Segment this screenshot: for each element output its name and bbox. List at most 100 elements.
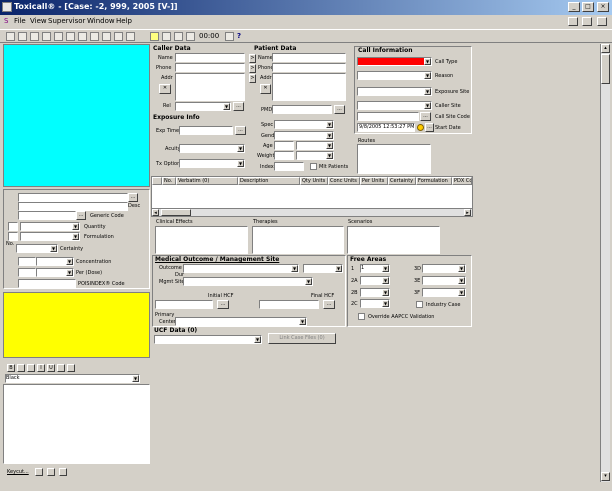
call-site-code-field[interactable] <box>357 112 419 121</box>
tx-option-combo[interactable]: ▼ <box>179 159 245 168</box>
menu-help[interactable]: Help <box>116 17 132 25</box>
italic-icon[interactable]: I <box>37 364 45 372</box>
col-verbatim[interactable]: Verbatim (0) <box>176 177 238 185</box>
call-site-browse[interactable]: ... <box>420 112 431 121</box>
ucf-combo[interactable]: ▼ <box>154 335 262 344</box>
globe-icon[interactable] <box>174 32 183 41</box>
exposure-site-combo[interactable]: ▼ <box>357 87 432 96</box>
timer-icon[interactable] <box>186 32 195 41</box>
copy-icon[interactable] <box>102 32 111 41</box>
center-combo[interactable]: ▼ <box>175 317 307 326</box>
new-icon[interactable] <box>6 32 15 41</box>
clock-icon[interactable] <box>417 124 424 131</box>
patient-clear-icon[interactable]: ✕ <box>260 84 271 94</box>
caller-clear-icon[interactable]: ✕ <box>159 84 171 94</box>
close-doc-icon[interactable] <box>54 32 63 41</box>
col-per-units[interactable]: Per Units <box>360 177 388 185</box>
preview-icon[interactable] <box>78 32 87 41</box>
substance-field[interactable] <box>18 193 128 202</box>
fa-2a-combo[interactable]: ▼ <box>360 276 390 285</box>
font-icon[interactable] <box>27 364 35 372</box>
underline-icon[interactable]: U <box>47 364 55 372</box>
final-hcf-field[interactable] <box>259 300 319 309</box>
open-icon[interactable] <box>18 32 27 41</box>
outcome-extra-combo[interactable]: ▼ <box>303 264 343 273</box>
save-icon[interactable] <box>30 32 39 41</box>
pmd-browse[interactable]: ... <box>334 105 345 114</box>
fa-2b-combo[interactable]: ▼ <box>360 288 390 297</box>
exit-icon[interactable] <box>225 32 234 41</box>
caller-phone-field[interactable] <box>175 63 245 72</box>
gend-combo[interactable]: ▼ <box>274 131 334 140</box>
clock-icon[interactable] <box>35 468 43 476</box>
close-button[interactable]: × <box>597 2 609 12</box>
initial-hcf-browse[interactable]: ... <box>217 300 229 309</box>
bold-icon[interactable]: B <box>7 364 15 372</box>
mdi-icon[interactable]: S <box>4 17 8 25</box>
initial-hcf-field[interactable] <box>155 300 213 309</box>
quantity-combo[interactable]: ▼ <box>20 222 80 231</box>
menu-supervisor[interactable]: Supervisor <box>48 17 85 25</box>
yellow-note-icon[interactable] <box>150 32 159 41</box>
vscroll-thumb[interactable] <box>601 54 610 84</box>
col-qty-units[interactable]: Qty Units <box>300 177 328 185</box>
per-dose-combo[interactable]: ▼ <box>36 268 74 277</box>
outcome-combo[interactable]: ▼ <box>183 264 299 273</box>
save-all-icon[interactable] <box>42 32 51 41</box>
industry-case-checkbox[interactable] <box>416 301 423 308</box>
certainty-combo[interactable]: ▼ <box>16 244 58 253</box>
pmd-field[interactable] <box>272 105 332 114</box>
font-color-combo[interactable]: Black ▼ <box>5 374 140 383</box>
print-icon[interactable] <box>90 32 99 41</box>
clinical-effects-list[interactable] <box>155 226 248 254</box>
strike-icon[interactable] <box>57 364 65 372</box>
menu-view[interactable]: View <box>30 17 47 25</box>
maximize-button[interactable]: □ <box>582 2 594 12</box>
qty-field-small[interactable] <box>8 222 18 231</box>
caller-addr-field[interactable] <box>175 73 245 101</box>
scroll-right-icon[interactable]: ▸ <box>464 209 471 216</box>
note-icon[interactable] <box>47 468 55 476</box>
paste-icon[interactable] <box>114 32 123 41</box>
patient-phone-field[interactable] <box>272 63 346 72</box>
override-checkbox[interactable] <box>358 313 365 320</box>
therapies-list[interactable] <box>252 226 344 254</box>
col-conc-units[interactable]: Conc Units <box>328 177 360 185</box>
concentration-combo[interactable]: ▼ <box>36 257 74 266</box>
weight-field[interactable] <box>274 151 294 160</box>
col-description[interactable]: Description <box>238 177 300 185</box>
patient-name-field[interactable] <box>272 53 346 62</box>
col-pdx[interactable]: PDX Co <box>452 177 472 185</box>
color-icon[interactable] <box>17 364 25 372</box>
minimize-button[interactable]: _ <box>568 2 580 12</box>
start-date-browse[interactable]: ... <box>425 123 434 132</box>
start-date-field[interactable]: 9/8/2005 12:53:27 PM <box>357 123 415 132</box>
child-restore-button[interactable] <box>582 17 592 26</box>
scroll-down-icon[interactable]: ▾ <box>601 472 610 481</box>
caller-rel-browse[interactable]: ... <box>233 102 244 111</box>
list-icon[interactable] <box>59 468 67 476</box>
caller-site-combo[interactable]: ▼ <box>357 101 432 110</box>
fa-3d-combo[interactable]: ▼ <box>422 264 466 273</box>
indexr-field[interactable] <box>274 162 304 171</box>
acuity-combo[interactable]: ▼ <box>179 144 245 153</box>
per-field[interactable] <box>18 268 36 277</box>
notes-area[interactable] <box>3 384 150 464</box>
call-type-combo[interactable]: ▼ <box>357 57 432 66</box>
doc-icon[interactable] <box>126 32 135 41</box>
child-minimize-button[interactable] <box>568 17 578 26</box>
weight-units-combo[interactable]: ▼ <box>296 151 334 160</box>
format-icon[interactable] <box>67 364 75 372</box>
main-vscrollbar[interactable]: ▴ ▾ <box>600 44 610 482</box>
exp-time-field[interactable] <box>179 126 233 135</box>
fa-3f-combo[interactable]: ▼ <box>422 288 466 297</box>
mgmt-site-combo[interactable]: ▼ <box>183 277 313 286</box>
desc-field[interactable] <box>18 202 128 211</box>
conc-field[interactable] <box>18 257 36 266</box>
find-icon[interactable] <box>66 32 75 41</box>
generic-code-field[interactable] <box>18 211 76 220</box>
alert-icon[interactable] <box>162 32 171 41</box>
col-certainty[interactable]: Certainty <box>388 177 416 185</box>
caller-name-field[interactable] <box>175 53 245 62</box>
formulation-combo[interactable]: ▼ <box>20 232 80 241</box>
